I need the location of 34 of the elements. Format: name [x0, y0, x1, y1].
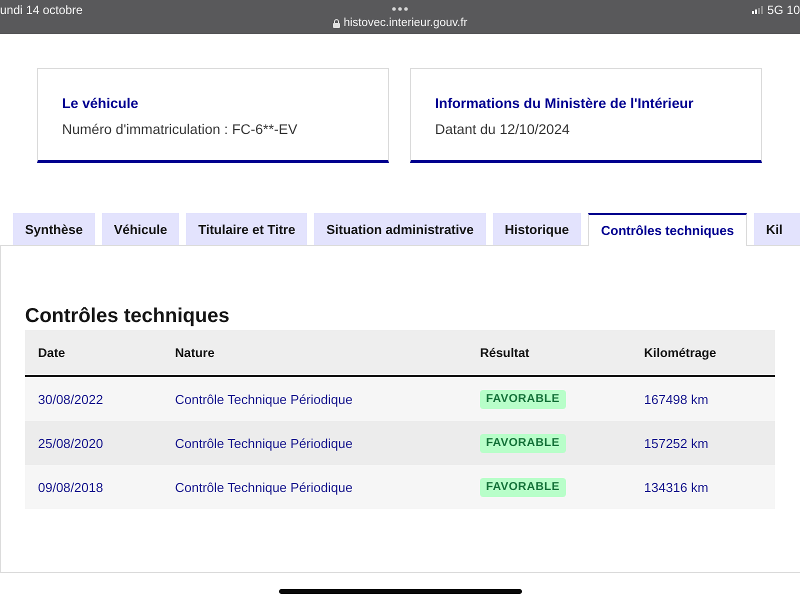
date-cell: 09/08/2018 — [25, 465, 162, 509]
tab[interactable]: Véhicule — [102, 213, 180, 245]
card-title: Le véhicule — [62, 94, 140, 112]
date-cell: 30/08/2022 — [25, 377, 162, 421]
nature-cell: Contrôle Technique Périodique — [162, 377, 467, 421]
result-badge: FAVORABLE — [480, 434, 566, 452]
nature-cell: Contrôle Technique Périodique — [162, 421, 467, 465]
url-text[interactable]: histovec.interieur.gouv.fr — [344, 16, 468, 30]
tab[interactable]: Titulaire et Titre — [186, 213, 308, 245]
mileage-cell: 134316 km — [631, 465, 775, 509]
date-cell: 25/08/2020 — [25, 421, 162, 465]
mileage-cell: 157252 km — [631, 421, 775, 465]
network-status: 5G 10 — [767, 3, 800, 17]
column-header: Résultat — [467, 330, 631, 377]
result-badge: FAVORABLE — [480, 390, 566, 408]
more-dots-icon[interactable] — [392, 7, 408, 11]
card-text: Datant du 12/10/2024 — [435, 120, 571, 138]
nature-cell: Contrôle Technique Périodique — [162, 465, 467, 509]
tab[interactable]: Historique — [492, 213, 582, 245]
tab[interactable]: Contrôles techniques — [588, 213, 747, 246]
card-text: Numéro d'immatriculation : FC-6**-EV — [62, 120, 298, 138]
tab[interactable]: Synthèse — [13, 213, 95, 245]
column-header: Kilométrage — [631, 330, 775, 377]
tab[interactable]: Kil — [754, 213, 800, 245]
column-header: Date — [25, 330, 162, 377]
tab[interactable]: Situation administrative — [314, 213, 486, 245]
lock-icon — [332, 18, 340, 28]
section-heading: Contrôles techniques — [25, 304, 230, 328]
signal-icon — [752, 6, 764, 14]
mileage-cell: 167498 km — [631, 377, 775, 421]
card-title: Informations du Ministère de l'Intérieur — [435, 94, 694, 112]
column-header: Nature — [162, 330, 467, 377]
result-badge: FAVORABLE — [480, 478, 566, 496]
status-date: undi 14 octobre — [0, 2, 83, 19]
